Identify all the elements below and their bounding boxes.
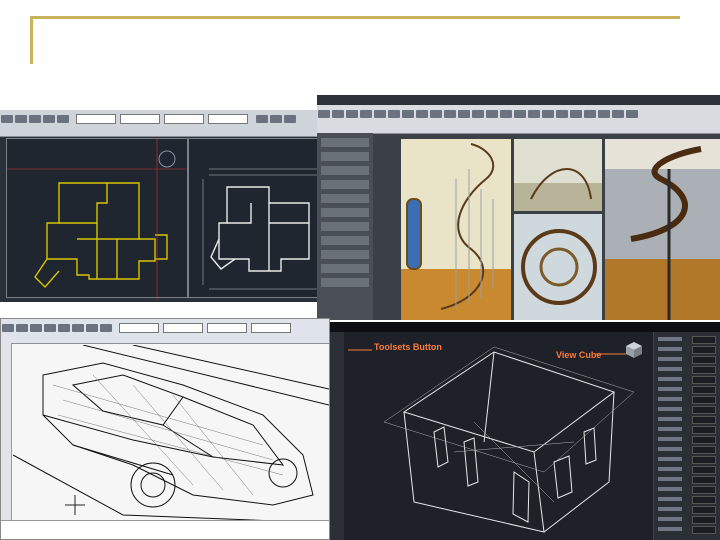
color-dropdown[interactable] xyxy=(207,322,248,333)
toolbar-icon[interactable] xyxy=(16,323,28,332)
toolbar-icon[interactable] xyxy=(332,109,344,118)
toolbar-icon[interactable] xyxy=(1,114,13,123)
toolbar-icon[interactable] xyxy=(2,323,14,332)
linetype-dropdown[interactable] xyxy=(164,113,205,124)
toolbar-icon[interactable] xyxy=(388,109,400,118)
command-line[interactable] xyxy=(1,520,329,539)
toolbar-icon[interactable] xyxy=(444,109,456,118)
toolbar-icon[interactable] xyxy=(30,323,42,332)
stair-render-screenshot xyxy=(317,95,720,320)
car-wireframe-screenshot xyxy=(0,318,330,540)
toolbar-icon[interactable] xyxy=(58,323,70,332)
slide-frame-top xyxy=(30,16,680,19)
toolbar-icon[interactable] xyxy=(402,109,414,118)
toolbar-icon[interactable] xyxy=(416,109,428,118)
toolbar-icon[interactable] xyxy=(598,109,610,118)
toolbar-icon[interactable] xyxy=(57,114,69,123)
toolbar-icon[interactable] xyxy=(255,114,268,123)
toolbar-icon[interactable] xyxy=(542,109,554,118)
toolsets-palette[interactable] xyxy=(330,332,344,540)
slide-frame-left xyxy=(30,16,33,64)
toolbar-icon[interactable] xyxy=(100,323,112,332)
viewcube-callout-label: View Cube xyxy=(556,350,602,360)
viewport-left[interactable] xyxy=(6,138,188,299)
view-cube-icon[interactable] xyxy=(622,338,646,364)
toolbar-icon[interactable] xyxy=(374,109,386,118)
left-toolbar[interactable] xyxy=(1,343,12,523)
lineweight-dropdown[interactable] xyxy=(208,113,249,124)
toolbar-icon[interactable] xyxy=(318,109,330,118)
title-bar xyxy=(317,95,720,105)
car-wireframe-drawing xyxy=(13,345,329,523)
ribbon-toolbar[interactable] xyxy=(1,319,329,344)
toolbar-icon[interactable] xyxy=(430,109,442,118)
toolbar-icon[interactable] xyxy=(458,109,470,118)
properties-sidebar[interactable] xyxy=(317,133,373,320)
toolbar-icon[interactable] xyxy=(72,323,84,332)
menu-bar[interactable] xyxy=(330,322,720,332)
toolbar-icon[interactable] xyxy=(346,109,358,118)
toolbar-icon[interactable] xyxy=(15,114,27,123)
toolbar-icon[interactable] xyxy=(626,109,638,118)
properties-panel[interactable] xyxy=(653,332,720,540)
toolbar-icon[interactable] xyxy=(612,109,624,118)
style-dropdown[interactable] xyxy=(163,322,204,333)
toolbar-icon[interactable] xyxy=(472,109,484,118)
toolbar-icon[interactable] xyxy=(29,114,41,123)
layer-dropdown[interactable] xyxy=(119,322,160,333)
toolbar-icon[interactable] xyxy=(556,109,568,118)
house-wireframe-screenshot: Toolsets Button View Cube xyxy=(330,322,720,540)
toolbar-icon[interactable] xyxy=(584,109,596,118)
toolbar-icon[interactable] xyxy=(269,114,282,123)
style-dropdown[interactable] xyxy=(120,113,161,124)
yellow-floorplan-drawing xyxy=(7,139,187,299)
toolbar-icon[interactable] xyxy=(360,109,372,118)
toolbar-icon[interactable] xyxy=(570,109,582,118)
stair-render-views xyxy=(401,139,720,320)
toolbar-icon[interactable] xyxy=(44,323,56,332)
linetype-dropdown[interactable] xyxy=(251,322,292,333)
toolbar-icon[interactable] xyxy=(500,109,512,118)
toolbar-icon[interactable] xyxy=(283,114,296,123)
toolbar-icon[interactable] xyxy=(486,109,498,118)
toolbar-icon[interactable] xyxy=(514,109,526,118)
house-wireframe-drawing xyxy=(348,346,635,533)
toolbar-icon[interactable] xyxy=(528,109,540,118)
toolbar-icon[interactable] xyxy=(43,114,55,123)
ribbon-toolbar[interactable] xyxy=(317,95,720,134)
layer-dropdown[interactable] xyxy=(76,113,117,124)
toolbar-icon[interactable] xyxy=(86,323,98,332)
